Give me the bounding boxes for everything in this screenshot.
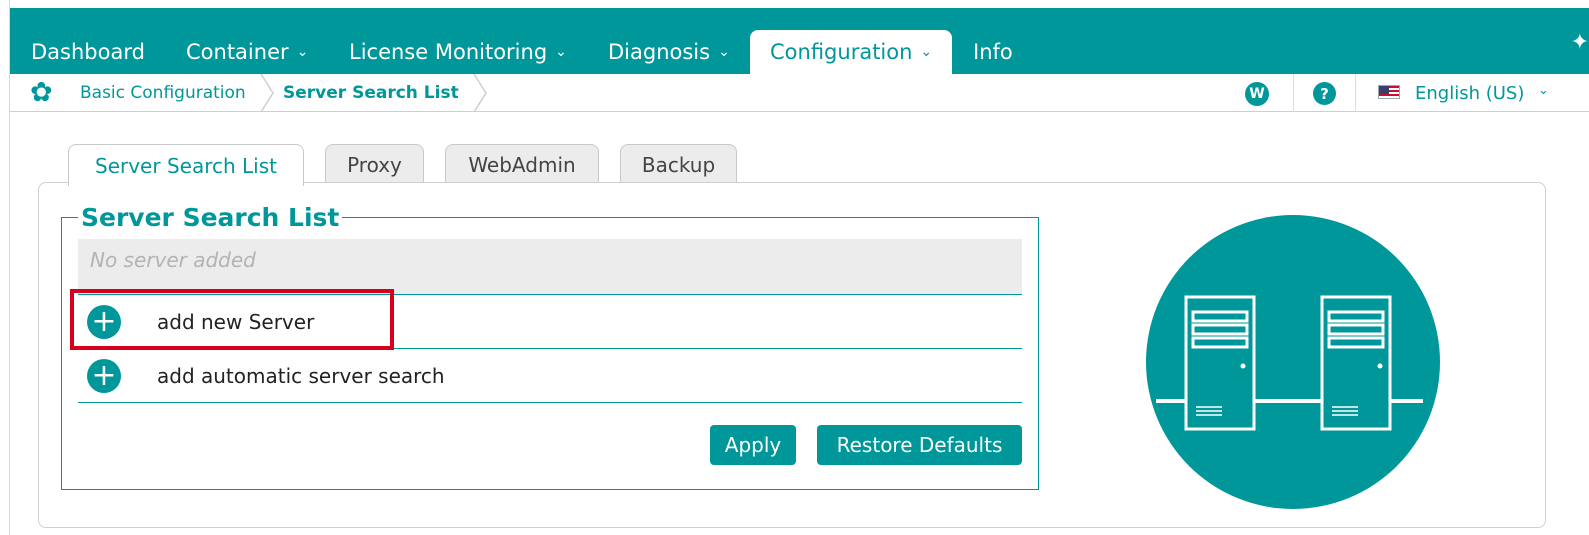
nav-dashboard-label: Dashboard [31,40,145,64]
add-icon[interactable]: + [87,358,121,393]
tab-server-search-list[interactable]: Server Search List [68,144,304,186]
nav-configuration[interactable]: Configuration ⌄ [750,30,953,74]
us-flag-icon [1378,85,1400,99]
empty-list-message: No server added [78,239,1022,295]
chevron-down-icon[interactable]: ⌄ [1538,83,1549,98]
add-automatic-server-search-row[interactable]: + add automatic server search [78,349,1022,403]
nav-container[interactable]: Container ⌄ [166,30,328,74]
gear-icon: ✿ [30,77,53,108]
toolbar-divider [1293,74,1294,112]
chevron-down-icon: ⌄ [296,44,309,60]
nav-diagnosis[interactable]: Diagnosis ⌄ [588,30,750,74]
add-new-server-row[interactable]: + add new Server [78,295,1022,349]
breadcrumb-separator-icon [473,74,487,112]
window-top-strip [10,0,160,8]
breadcrumb-bar: ✿ Basic Configuration Server Search List… [10,74,1589,112]
tab-webadmin[interactable]: WebAdmin [445,144,599,184]
apply-button[interactable]: Apply [710,425,796,465]
add-icon[interactable]: + [87,304,121,339]
breadcrumb-separator-icon [260,74,274,112]
tab-backup[interactable]: Backup [620,144,737,184]
nav-info-label: Info [973,40,1013,64]
pin-icon[interactable]: ✦ [1571,30,1589,55]
nav-container-label: Container [186,40,289,64]
section-title: Server Search List [78,203,343,232]
webadmin-icon[interactable]: W [1245,82,1269,106]
language-select[interactable]: English (US) [1415,74,1524,112]
nav-dashboard[interactable]: Dashboard [11,30,165,74]
toolbar-divider [1355,74,1356,112]
nav-configuration-label: Configuration [770,40,913,64]
nav-diagnosis-label: Diagnosis [608,40,711,64]
main-navigation: Dashboard Container ⌄ License Monitoring… [10,8,1589,74]
breadcrumb-basic-configuration[interactable]: Basic Configuration [80,74,246,112]
tab-proxy[interactable]: Proxy [325,144,424,184]
chevron-down-icon: ⌄ [920,44,933,60]
restore-defaults-button[interactable]: Restore Defaults [817,425,1022,465]
nav-info[interactable]: Info [953,30,1033,74]
servers-illustration-icon [1146,215,1440,509]
add-new-server-label[interactable]: add new Server [157,310,314,334]
nav-license-monitoring[interactable]: License Monitoring ⌄ [329,30,587,74]
help-icon[interactable]: ? [1313,82,1336,105]
breadcrumb-server-search-list: Server Search List [283,83,459,103]
chevron-down-icon: ⌄ [555,44,567,60]
chevron-down-icon: ⌄ [718,44,730,60]
nav-license-monitoring-label: License Monitoring [349,40,548,64]
add-automatic-server-search-label[interactable]: add automatic server search [157,364,445,388]
window-left-edge [0,0,10,535]
